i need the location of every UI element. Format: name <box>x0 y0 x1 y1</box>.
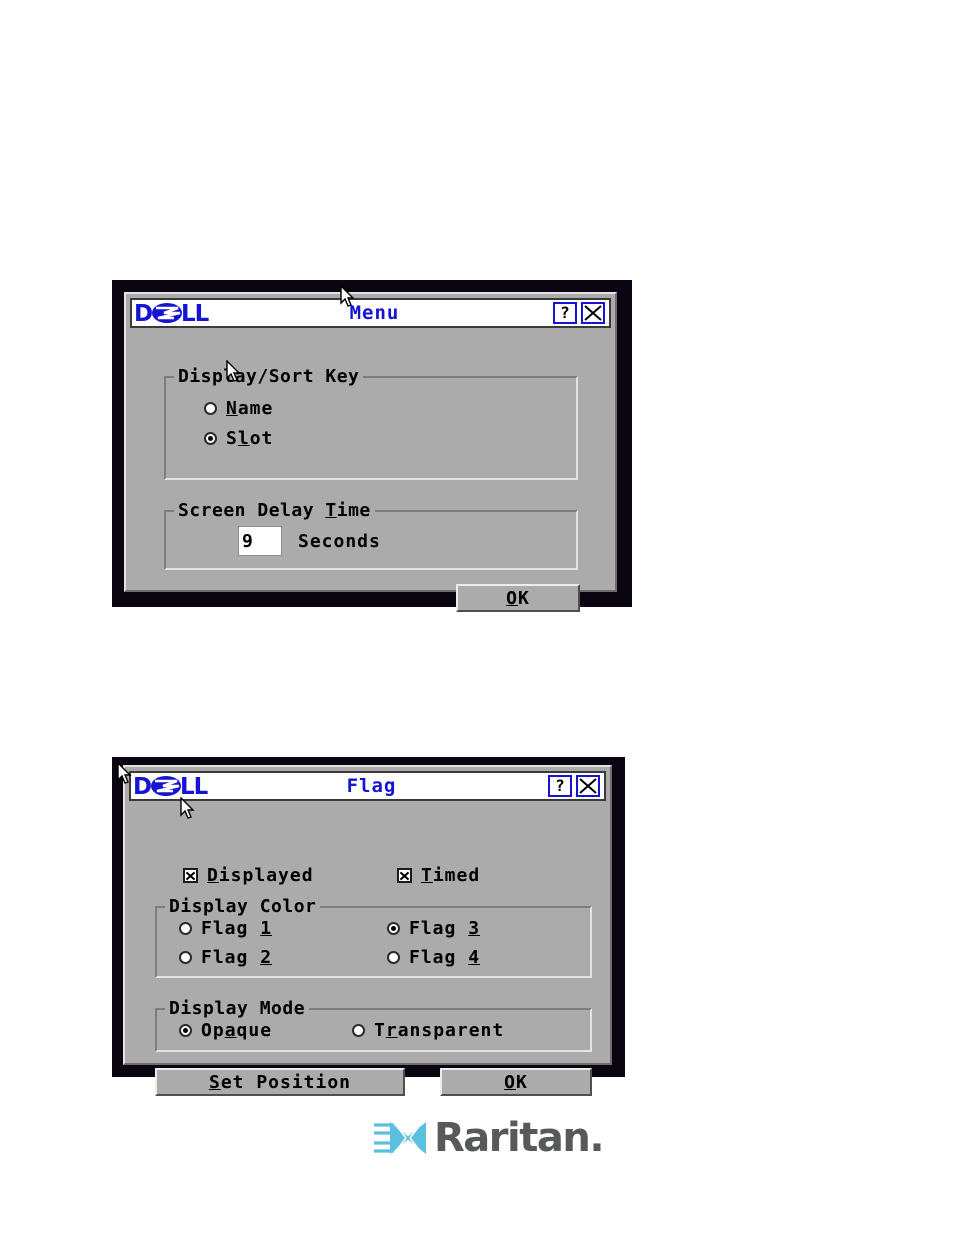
group-screen-delay-time-title: Screen Delay Time <box>174 500 375 521</box>
checkbox-displayed[interactable] <box>183 868 198 883</box>
flag-dialog: D LL Flag ? Displayed Timed Display Colo… <box>123 765 612 1096</box>
group-display-color: Display Color Flag 1 Flag 2 Flag 3 Flag … <box>155 896 592 978</box>
radio-row-slot[interactable]: Slot <box>204 428 273 449</box>
checkbox-displayed-label: Displayed <box>207 865 314 886</box>
svg-text:D: D <box>133 774 151 798</box>
checkbox-timed-label: Timed <box>421 865 481 886</box>
radio-name[interactable] <box>204 402 217 415</box>
ok-button[interactable]: OK <box>440 1068 592 1096</box>
svg-text:D: D <box>134 301 152 325</box>
menu-title-text: Menu <box>349 302 400 324</box>
radio-row-flag-2[interactable]: Flag 2 <box>179 947 272 968</box>
ok-button-label: OK <box>506 587 530 609</box>
radio-row-transparent[interactable]: Transparent <box>352 1020 504 1041</box>
radio-opaque[interactable] <box>179 1024 192 1037</box>
radio-row-flag-4[interactable]: Flag 4 <box>387 947 480 968</box>
radio-row-flag-3[interactable]: Flag 3 <box>387 918 480 939</box>
close-icon[interactable] <box>581 302 605 324</box>
dell-logo-icon: D LL <box>133 774 235 798</box>
group-display-color-title: Display Color <box>165 896 321 917</box>
ok-button[interactable]: OK <box>456 584 580 612</box>
radio-flag-4-label: Flag 4 <box>409 947 481 968</box>
help-button[interactable]: ? <box>548 775 572 797</box>
screen-delay-input[interactable]: 9 <box>238 526 282 556</box>
dell-logo-icon: D LL <box>134 301 236 325</box>
radio-flag-1[interactable] <box>179 922 192 935</box>
menu-dialog-frame: D LL Menu ? Display/Sort Key Name Slot S… <box>112 280 632 612</box>
menu-titlebar: D LL Menu ? <box>130 298 611 328</box>
radio-flag-2-label: Flag 2 <box>201 947 273 968</box>
checkbox-row-displayed[interactable]: Displayed <box>183 865 314 886</box>
help-button[interactable]: ? <box>553 302 577 324</box>
radio-transparent[interactable] <box>352 1024 365 1037</box>
group-display-sort-key: Display/Sort Key Name Slot <box>164 366 578 480</box>
checkbox-row-timed[interactable]: Timed <box>397 865 480 886</box>
flag-titlebar: D LL Flag ? <box>129 771 606 801</box>
raritan-wordmark: Raritan. <box>434 1115 605 1161</box>
group-display-mode-title: Display Mode <box>165 998 310 1019</box>
svg-text:LL: LL <box>180 774 209 798</box>
radio-row-opaque[interactable]: Opaque <box>179 1020 272 1041</box>
radio-flag-4[interactable] <box>387 951 400 964</box>
radio-transparent-label: Transparent <box>374 1020 505 1041</box>
radio-flag-2[interactable] <box>179 951 192 964</box>
group-display-mode: Display Mode Opaque Transparent <box>155 998 592 1052</box>
raritan-logo: Raritan. <box>372 1112 605 1164</box>
radio-row-name[interactable]: Name <box>204 398 273 419</box>
radio-row-flag-1[interactable]: Flag 1 <box>179 918 272 939</box>
flag-dialog-frame: D LL Flag ? Displayed Timed Display Colo… <box>112 757 625 1096</box>
checkbox-timed[interactable] <box>397 868 412 883</box>
radio-flag-3[interactable] <box>387 922 400 935</box>
radio-slot-label: Slot <box>226 428 274 449</box>
radio-opaque-label: Opaque <box>201 1020 273 1041</box>
radio-slot[interactable] <box>204 432 217 445</box>
set-position-button-label: Set Position <box>208 1071 352 1093</box>
seconds-label: Seconds <box>298 531 381 552</box>
flag-title-text: Flag <box>346 775 397 797</box>
group-display-sort-key-title: Display/Sort Key <box>174 366 364 387</box>
menu-dialog: D LL Menu ? Display/Sort Key Name Slot S… <box>124 292 617 612</box>
radio-flag-1-label: Flag 1 <box>201 918 273 939</box>
flag-titlebar-buttons: ? <box>548 775 600 797</box>
svg-text:LL: LL <box>181 301 210 325</box>
menu-titlebar-buttons: ? <box>553 302 605 324</box>
set-position-button[interactable]: Set Position <box>155 1068 405 1096</box>
group-screen-delay-time: Screen Delay Time 9 Seconds <box>164 500 578 570</box>
raritan-mark-icon <box>372 1116 430 1160</box>
close-icon[interactable] <box>576 775 600 797</box>
ok-button-label: OK <box>504 1071 528 1093</box>
radio-flag-3-label: Flag 3 <box>409 918 481 939</box>
radio-name-label: Name <box>226 398 274 419</box>
